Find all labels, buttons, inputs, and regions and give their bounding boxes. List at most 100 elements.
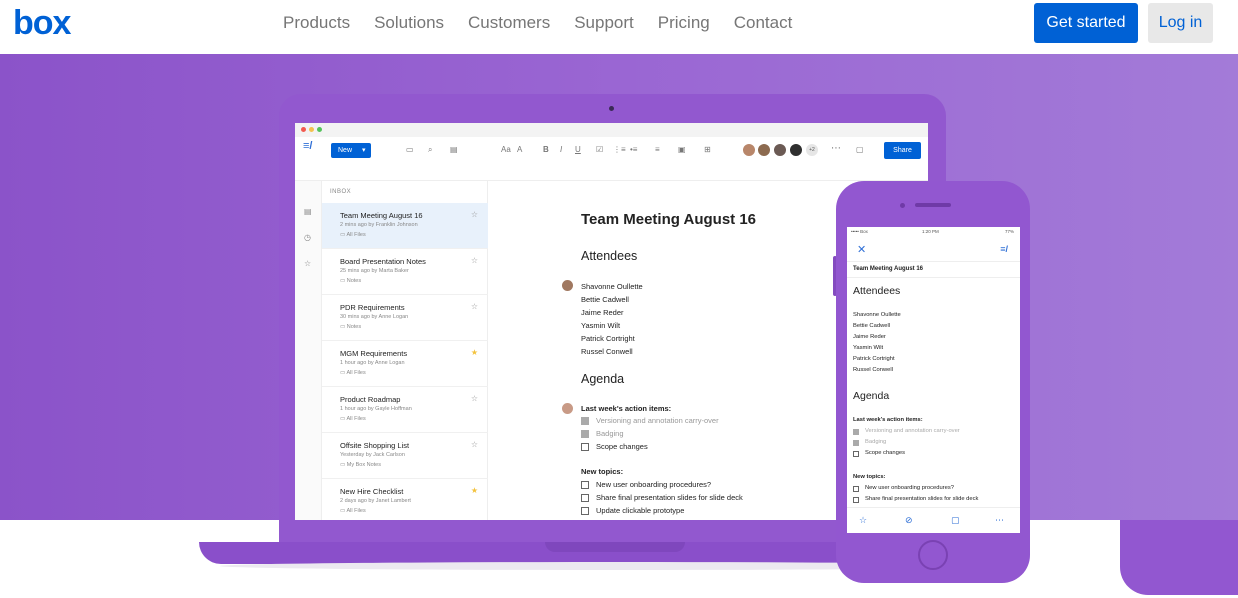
- comment-icon[interactable]: ▢: [951, 515, 960, 526]
- starred-star-icon[interactable]: ★: [471, 348, 478, 357]
- page: box Products Solutions Customers Support…: [0, 0, 1238, 598]
- laptop-notch: [545, 542, 685, 552]
- checkbox-checked[interactable]: [581, 430, 589, 438]
- note-folder: ▭ All Files: [340, 370, 366, 376]
- new-topics-label: New topics:: [581, 467, 624, 476]
- phone-home-button: [918, 540, 948, 570]
- checkbox[interactable]: [581, 481, 589, 489]
- star-icon[interactable]: ☆: [471, 210, 478, 219]
- checkbox[interactable]: [581, 494, 589, 502]
- checkbox[interactable]: [853, 451, 859, 457]
- checklist-item: Versioning and annotation carry-over: [865, 428, 960, 434]
- collaborator-avatar[interactable]: [773, 143, 787, 157]
- doc-title: Team Meeting August 16: [581, 211, 757, 228]
- box-notes-logo-icon: ≡/: [303, 140, 313, 152]
- note-folder: ▭ Notes: [340, 278, 361, 284]
- checkbox[interactable]: [581, 443, 589, 451]
- note-folder: ▭ My Box Notes: [340, 462, 381, 468]
- underline-icon[interactable]: U: [575, 145, 581, 154]
- sidebar-toggle-icon[interactable]: ▤: [450, 145, 458, 154]
- notes-toolbar: ≡/ New ▾ ▭ ⌕ ▤ Aa A B I U ☑ ⋮≡ •≡ ≡ ▣ ⊞ …: [295, 137, 928, 181]
- folder-name: All Files: [346, 416, 366, 422]
- note-title: MGM Requirements: [340, 349, 408, 358]
- attendee-name: Jaime Reder: [853, 334, 886, 340]
- agenda-heading: Agenda: [581, 372, 625, 386]
- nav-support[interactable]: Support: [574, 12, 634, 34]
- font-size-icon[interactable]: Aa: [501, 145, 511, 154]
- collaborator-avatar[interactable]: [757, 143, 771, 157]
- checkbox-checked[interactable]: [581, 417, 589, 425]
- more-options-icon[interactable]: ⋯: [995, 515, 1004, 526]
- note-item[interactable]: New Hire Checklist 2 days ago by Janet L…: [322, 479, 488, 520]
- folder-name: Notes: [346, 278, 362, 284]
- checklist-item: Update clickable prototype: [596, 506, 685, 515]
- italic-icon[interactable]: I: [560, 145, 562, 154]
- note-title: Board Presentation Notes: [340, 257, 426, 266]
- search-icon[interactable]: ⌕: [428, 145, 432, 155]
- checkbox[interactable]: [581, 507, 589, 515]
- attendee-name: Patrick Cortright: [853, 356, 895, 362]
- note-item[interactable]: MGM Requirements 1 hour ago by Anne Loga…: [322, 341, 488, 387]
- collaborator-avatar[interactable]: [742, 143, 756, 157]
- bold-icon[interactable]: B: [543, 145, 549, 154]
- checkbox[interactable]: [853, 486, 859, 492]
- folder-name: Notes: [346, 324, 362, 330]
- numbered-list-icon[interactable]: ⋮≡: [613, 145, 626, 154]
- notes-rail-icon[interactable]: ▤: [304, 207, 312, 216]
- note-title: Team Meeting August 16: [340, 211, 423, 220]
- note-item[interactable]: Board Presentation Notes 25 mins ago by …: [322, 249, 488, 295]
- new-label: New: [338, 147, 353, 154]
- divider: [847, 277, 1020, 278]
- close-icon[interactable]: ✕: [857, 243, 866, 256]
- agenda-heading: Agenda: [853, 390, 890, 402]
- new-note-button[interactable]: New ▾: [331, 143, 371, 158]
- caret-down-icon: ▾: [361, 147, 366, 154]
- note-item[interactable]: Offsite Shopping List Yesterday by Jack …: [322, 433, 488, 479]
- star-icon[interactable]: ☆: [471, 256, 478, 265]
- checkbox[interactable]: [853, 497, 859, 503]
- more-collaborators-badge[interactable]: +2: [805, 143, 819, 157]
- nav-solutions[interactable]: Solutions: [374, 12, 444, 34]
- checklist-icon[interactable]: ☑: [596, 145, 603, 154]
- folder-name: All Files: [346, 508, 366, 514]
- checklist-item: Scope changes: [596, 442, 648, 451]
- folder-name: All Files: [346, 232, 366, 238]
- favorites-star-icon[interactable]: ☆: [304, 259, 311, 268]
- share-button[interactable]: Share: [884, 142, 921, 159]
- image-icon[interactable]: ▣: [678, 145, 686, 154]
- note-item[interactable]: Team Meeting August 16 2 mins ago by Fra…: [322, 203, 488, 249]
- attendee-name: Shavonne Oullette: [853, 312, 901, 318]
- box-logo[interactable]: box: [13, 4, 71, 43]
- note-item[interactable]: Product Roadmap 1 hour ago by Gayle Hoff…: [322, 387, 488, 433]
- recent-clock-icon[interactable]: ◷: [304, 233, 311, 242]
- bullet-list-icon[interactable]: •≡: [630, 145, 637, 154]
- checkbox-checked[interactable]: [853, 429, 859, 435]
- attendee-name: Russel Conwell: [853, 367, 893, 373]
- starred-star-icon[interactable]: ★: [471, 486, 478, 495]
- login-button[interactable]: Log in: [1148, 3, 1213, 43]
- comments-icon[interactable]: ▢: [856, 145, 864, 154]
- checkbox-checked[interactable]: [853, 440, 859, 446]
- nav-customers[interactable]: Customers: [468, 12, 550, 34]
- table-icon[interactable]: ⊞: [704, 145, 711, 154]
- attendee-name: Bettie Cadwell: [581, 295, 629, 304]
- star-icon[interactable]: ☆: [859, 515, 867, 526]
- get-started-button[interactable]: Get started: [1034, 3, 1138, 43]
- collaborator-avatar[interactable]: [789, 143, 803, 157]
- nav-pricing[interactable]: Pricing: [658, 12, 710, 34]
- checklist-item: Badging: [596, 429, 624, 438]
- folder-icon[interactable]: ▭: [406, 145, 414, 154]
- align-icon[interactable]: ≡: [655, 145, 660, 154]
- more-options-icon[interactable]: ⋯: [831, 143, 841, 154]
- note-item[interactable]: PDR Requirements 30 mins ago by Anne Log…: [322, 295, 488, 341]
- nav-products[interactable]: Products: [283, 12, 350, 34]
- folder-icon: ▭: [340, 508, 346, 514]
- text-color-icon[interactable]: A: [517, 145, 522, 154]
- window-chrome: [295, 123, 928, 137]
- maximize-dot-icon: [317, 127, 322, 132]
- nav-contact[interactable]: Contact: [734, 12, 793, 34]
- star-icon[interactable]: ☆: [471, 302, 478, 311]
- star-icon[interactable]: ☆: [471, 440, 478, 449]
- star-icon[interactable]: ☆: [471, 394, 478, 403]
- link-icon[interactable]: ⊘: [905, 515, 913, 526]
